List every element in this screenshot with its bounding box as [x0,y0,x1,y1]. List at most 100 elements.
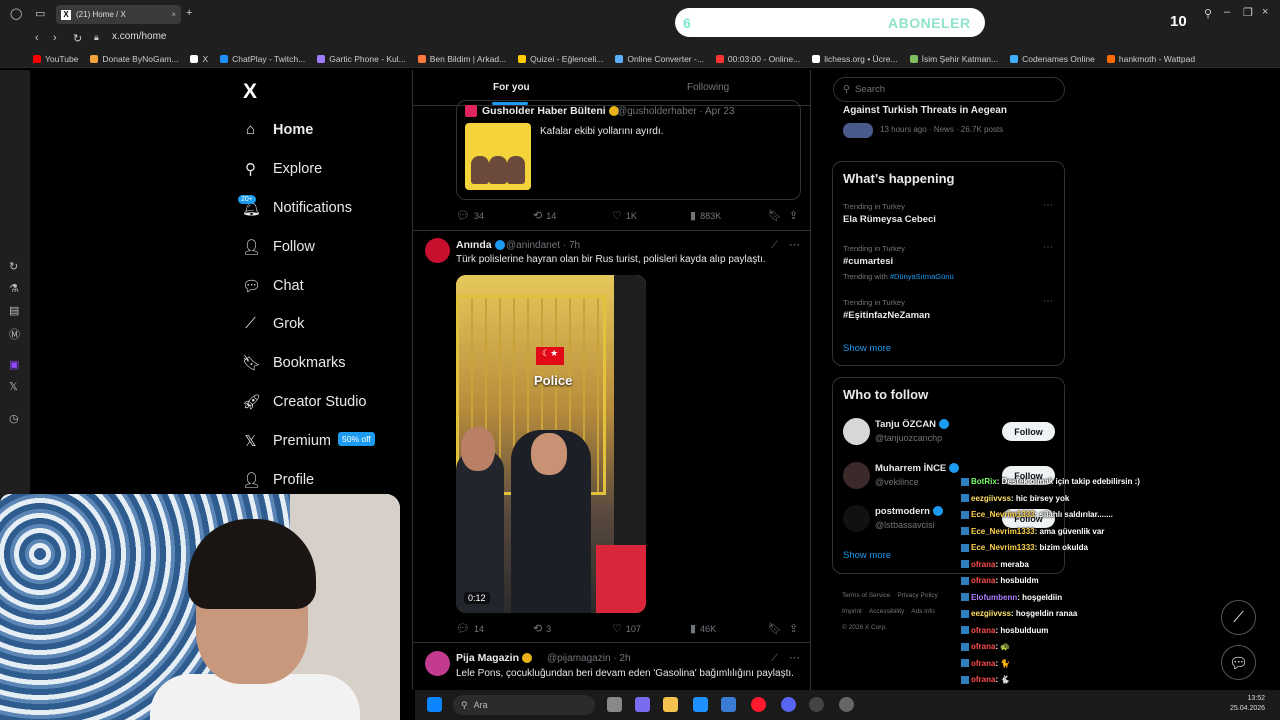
trend-name[interactable]: Ela Rümeysa Cebeci [843,214,936,225]
twitch-icon[interactable]: ▣ [9,358,19,371]
grok-float-button[interactable]: ⟋ [1221,600,1256,635]
opera-logo-icon[interactable]: ◯ [10,7,22,20]
taskbar-search[interactable]: ⚲ Ara [453,695,595,715]
new-tab-icon[interactable]: + [186,7,192,19]
nav-item-follow[interactable]: 👤︎ Follow [242,238,315,256]
close-tab-icon[interactable]: × [171,10,176,19]
repost-button[interactable]: ⟲ 14 [533,209,556,222]
nav-item-chat[interactable]: 💬︎ Chat [242,277,304,295]
search-input[interactable]: ⚲ Search [833,77,1065,102]
bookmark-item[interactable]: Codenames Online [1010,54,1095,64]
nav-item-explore[interactable]: ⚲ Explore [242,160,322,178]
suggestion-name[interactable]: postmodern [875,506,943,517]
reload-icon[interactable]: ↻ [73,32,82,45]
follow-button[interactable]: Follow [1002,422,1055,441]
minimize-icon[interactable]: – [1224,6,1230,18]
tab-list-icon[interactable]: ▭ [35,7,45,20]
nav-item-notifications[interactable]: 🔔︎ Notifications [242,199,352,217]
clock-icon[interactable]: ◷ [9,412,19,425]
url-field[interactable]: x.com/home [112,31,166,42]
bookmark-button[interactable]: 🔖︎ [768,622,782,635]
more-icon[interactable]: ⋯ [1043,296,1053,307]
footer-link[interactable]: © 2026 X Corp. [842,624,887,631]
anindanet-avatar[interactable] [425,238,450,263]
tab-following[interactable]: Following [687,82,729,93]
post3-handle[interactable]: @pijamagazin · 2h [547,653,631,664]
maximize-icon[interactable]: ❐ [1243,6,1253,19]
like-button[interactable]: ♡ 107 [612,622,641,635]
more-icon[interactable]: ⋯ [1043,242,1053,253]
bookmark-item[interactable]: ChatPlay - Twitch... [220,54,305,64]
taskbar-clock[interactable]: 13:52 25.04.2026 [1230,694,1265,714]
trend-hashtag-link[interactable]: #DünyaSıtmaGünü [890,272,954,281]
avatar[interactable] [843,462,870,489]
bookmark-item[interactable]: 00:03:00 - Online... [715,54,800,64]
bookmark-item[interactable]: X [190,54,208,64]
nav-item-creator-studio[interactable]: 🚀︎ Creator Studio [242,393,367,411]
forward-icon[interactable]: › [53,32,57,44]
suggestion-name[interactable]: Tanju ÖZCAN [875,419,950,430]
discord-icon[interactable] [781,697,796,712]
messages-float-button[interactable]: 💬︎ [1221,645,1256,680]
trends-show-more[interactable]: Show more [843,343,891,354]
quoted-post[interactable]: Gusholder Haber Bülteni @gusholderhaber … [456,100,801,200]
bookmark-item[interactable]: Ben Bildim | Arkad... [417,54,506,64]
avatar[interactable] [843,505,870,532]
x-logo[interactable]: X [243,80,257,104]
grok-icon[interactable]: ⟋ [771,240,778,251]
footer-link[interactable]: Terms of Service [842,592,890,599]
nav-item-home[interactable]: ⌂ Home [242,121,313,138]
repost-button[interactable]: ⟲ 3 [533,622,551,635]
quote-thumbnail[interactable] [465,123,531,190]
post2-video[interactable]: Police 0:12 [456,275,646,613]
suggestion-name[interactable]: Muharrem İNCE [875,463,960,474]
nav-item-premium[interactable]: 𝕏 Premium [242,432,331,450]
bookmark-item[interactable]: İsim Şehir Katman... [909,54,998,64]
footer-link[interactable]: Ads info [911,608,935,615]
nav-item-bookmarks[interactable]: 🔖︎ Bookmarks [242,354,346,372]
nav-item-profile[interactable]: 👤︎ Profile [242,471,314,489]
wtf-show-more[interactable]: Show more [843,550,891,561]
footer-link[interactable]: Accessibility [869,608,904,615]
reply-button[interactable]: 💬︎ 34 [456,209,484,222]
bookmark-item[interactable]: Online Converter -... [615,54,704,64]
obs-icon[interactable] [809,697,824,712]
bookmark-button[interactable]: 🔖︎ [768,209,782,222]
start-icon[interactable] [427,697,442,712]
post2-author[interactable]: Anında [456,239,505,251]
more-icon[interactable]: ⋯ [1043,200,1053,211]
bookmark-item[interactable]: lichess.org • Ücre... [812,54,898,64]
trend-name[interactable]: #EşitinfazNeZaman [843,310,930,321]
bookmark-item[interactable]: Quizei - Eğlenceli... [518,54,603,64]
pijamagazin-avatar[interactable] [425,651,450,676]
more-icon[interactable]: ⋯ [789,651,800,664]
post3-author[interactable]: Pija Magazin [456,652,533,664]
flask-icon[interactable]: ⚗ [9,282,19,295]
views-button[interactable]: ▮ 46K [690,622,716,635]
more-icon[interactable]: ⋯ [789,238,800,251]
steam-icon[interactable] [839,697,854,712]
back-icon[interactable]: ‹ [35,32,39,44]
views-button[interactable]: ▮ 883K [690,209,721,222]
footer-link[interactable]: Privacy Policy [897,592,937,599]
footer-link[interactable]: Imprint [842,608,862,615]
nav-item-grok[interactable]: ⟋ Grok [242,315,304,332]
grok-icon[interactable]: ⟋ [771,653,778,664]
wallet-icon[interactable]: ▤ [9,304,19,317]
store-icon[interactable] [721,697,736,712]
bookmark-item[interactable]: hankmoth - Wattpad [1106,54,1195,64]
like-button[interactable]: ♡ 1K [612,209,637,222]
bookmark-item[interactable]: Gartic Phone - Kul... [317,54,406,64]
task-view-icon[interactable] [607,697,622,712]
bookmark-item[interactable]: Donate ByNoGam... [90,54,178,64]
search-tabs-icon[interactable]: ⚲ [1204,7,1212,20]
reply-button[interactable]: 💬︎ 14 [456,622,484,635]
share-button[interactable]: ⇪ [789,622,798,635]
bookmark-item[interactable]: YouTube [33,54,78,64]
x-sidebar-icon[interactable]: 𝕏 [9,380,18,393]
trend-name[interactable]: #cumartesi [843,256,893,267]
copilot-icon[interactable] [635,697,650,712]
opera-icon[interactable] [751,697,766,712]
history-icon[interactable]: ↻ [9,260,18,273]
edge-icon[interactable] [693,697,708,712]
